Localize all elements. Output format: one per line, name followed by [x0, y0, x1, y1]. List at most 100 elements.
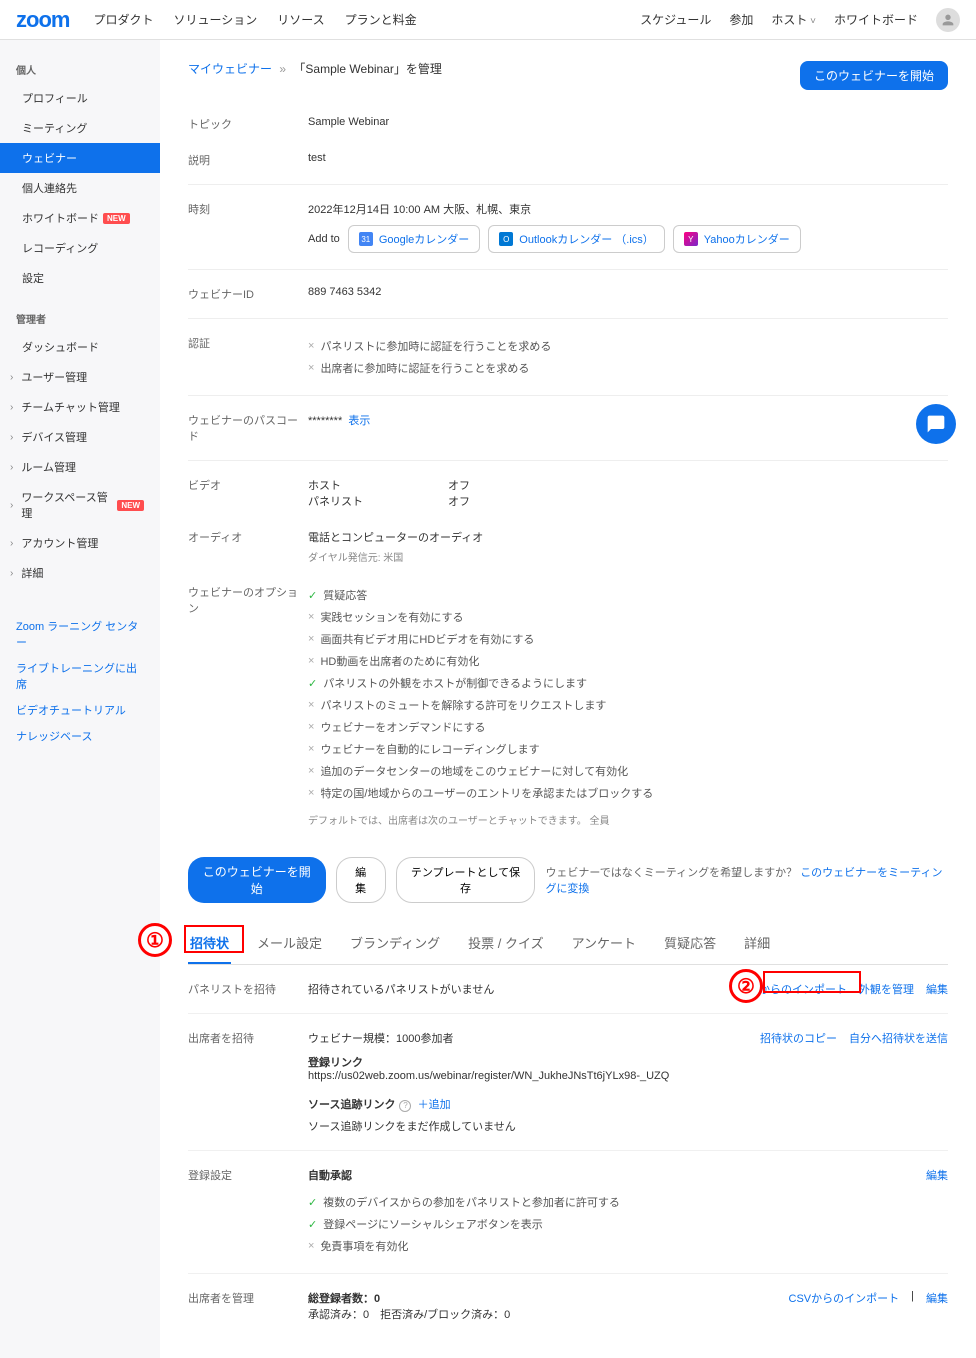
- tab-detail[interactable]: 詳細: [742, 923, 772, 964]
- nav-solution[interactable]: ソリューション: [173, 11, 257, 28]
- value-desc: test: [308, 152, 948, 164]
- webinar-option: ×追加のデータセンターの地域をこのウェビナーに対して有効化: [308, 760, 948, 782]
- label-topic: トピック: [188, 116, 308, 132]
- sidebar-contacts[interactable]: 個人連絡先: [0, 173, 160, 203]
- sidebar-settings[interactable]: 設定: [0, 263, 160, 293]
- user-icon: [940, 12, 956, 28]
- breadcrumb-root[interactable]: マイウェビナー: [188, 62, 272, 76]
- label-invite-panelist: パネリストを招待: [188, 981, 308, 997]
- tab-qa[interactable]: 質疑応答: [662, 923, 718, 964]
- save-template-button[interactable]: テンプレートとして保存: [396, 857, 536, 903]
- value-panelist: オフ: [448, 493, 470, 509]
- webinar-option: ×特定の国/地域からのユーザーのエントリを承認またはブロックする: [308, 782, 948, 804]
- x-icon: ×: [308, 699, 314, 711]
- tab-email[interactable]: メール設定: [255, 923, 324, 964]
- chat-fab[interactable]: [916, 404, 956, 444]
- yahoo-calendar-icon: Y: [684, 232, 698, 246]
- x-icon: ×: [308, 721, 314, 733]
- edit-reg-link[interactable]: 編集: [926, 1167, 948, 1183]
- edit-panelist-link[interactable]: 編集: [926, 981, 948, 997]
- nav-join[interactable]: 参加: [729, 11, 753, 28]
- check-icon: ✓: [308, 677, 317, 690]
- start-webinar-button-2[interactable]: このウェビナーを開始: [188, 857, 326, 903]
- label-id: ウェビナーID: [188, 286, 308, 302]
- reg-opt-3: 免責事項を有効化: [320, 1238, 408, 1254]
- reg-link-label: 登録リンク: [308, 1054, 760, 1070]
- label-audio: オーディオ: [188, 529, 308, 545]
- sidebar-workspace-mgmt[interactable]: ワークスペース管理 NEW: [0, 482, 160, 528]
- tab-poll[interactable]: 投票 / クイズ: [466, 923, 545, 964]
- link-knowledge-base[interactable]: ナレッジベース: [16, 728, 144, 744]
- sidebar: 個人 プロフィール ミーティング ウェビナー 個人連絡先 ホワイトボード NEW…: [0, 40, 160, 1358]
- webinar-option: ×実践セッションを有効にする: [308, 606, 948, 628]
- add-tracking-link[interactable]: ＋追加: [418, 1099, 451, 1111]
- nav-right: スケジュール 参加 ホスト ホワイトボード: [640, 8, 960, 32]
- tab-survey[interactable]: アンケート: [570, 923, 638, 964]
- link-video-tutorial[interactable]: ビデオチュートリアル: [16, 702, 144, 718]
- tracking-link-label: ソース追跡リンク: [308, 1099, 395, 1111]
- sidebar-more[interactable]: 詳細: [0, 558, 160, 588]
- x-icon: ×: [308, 1240, 314, 1252]
- manage-appearance-link[interactable]: 外観を管理: [859, 981, 914, 997]
- nav-schedule[interactable]: スケジュール: [640, 11, 711, 28]
- audio-subnote: ダイヤル発信元: 米国: [308, 549, 948, 564]
- avatar[interactable]: [936, 8, 960, 32]
- sidebar-room-mgmt[interactable]: ルーム管理: [0, 452, 160, 482]
- label-desc: 説明: [188, 152, 308, 168]
- x-icon: ×: [308, 655, 314, 667]
- nav-pricing[interactable]: プランと料金: [345, 11, 417, 28]
- webinar-option: ✓パネリストの外観をホストが制御できるようにします: [308, 672, 948, 694]
- edit-button[interactable]: 編集: [336, 857, 386, 903]
- sidebar-teamchat-mgmt[interactable]: チームチャット管理: [0, 392, 160, 422]
- nav-host[interactable]: ホスト: [771, 11, 816, 28]
- tab-invitation[interactable]: 招待状: [188, 923, 231, 964]
- badge-new: NEW: [117, 500, 144, 511]
- sidebar-links: Zoom ラーニング センター ライブトレーニングに出席 ビデオチュートリアル …: [0, 618, 160, 744]
- webinar-option: ×ウェビナーをオンデマンドにする: [308, 716, 948, 738]
- label-addto: Add to: [308, 233, 340, 245]
- nav-whiteboard[interactable]: ホワイトボード: [834, 11, 918, 28]
- header: zoom プロダクト ソリューション リソース プランと料金 スケジュール 参加…: [0, 0, 976, 40]
- start-webinar-button[interactable]: このウェビナーを開始: [800, 61, 948, 90]
- webinar-option: ×ウェビナーを自動的にレコーディングします: [308, 738, 948, 760]
- sidebar-meeting[interactable]: ミーティング: [0, 113, 160, 143]
- reg-link[interactable]: https://us02web.zoom.us/webinar/register…: [308, 1070, 760, 1082]
- registrant-detail: 承認済み：0 拒否済み/ブロック済み：0: [308, 1306, 789, 1322]
- total-registrants: 総登録者数：0: [308, 1290, 789, 1306]
- csv-import-attendee-link[interactable]: CSVからのインポート: [789, 1290, 900, 1306]
- logo[interactable]: zoom: [16, 7, 69, 33]
- csv-import-link[interactable]: CSVからのインポート: [736, 981, 847, 997]
- webinar-option: ×画面共有ビデオ用にHDビデオを有効にする: [308, 628, 948, 650]
- sidebar-profile[interactable]: プロフィール: [0, 83, 160, 113]
- link-learning-center[interactable]: Zoom ラーニング センター: [16, 618, 144, 650]
- check-icon: ✓: [308, 1196, 317, 1209]
- sidebar-recording[interactable]: レコーディング: [0, 233, 160, 263]
- sidebar-user-mgmt[interactable]: ユーザー管理: [0, 362, 160, 392]
- outlook-calendar-button[interactable]: OOutlookカレンダー （.ics）: [488, 225, 664, 253]
- label-panelist: パネリスト: [308, 493, 448, 509]
- sidebar-whiteboard[interactable]: ホワイトボード NEW: [0, 203, 160, 233]
- send-invite-link[interactable]: 自分へ招待状を送信: [849, 1030, 948, 1046]
- label-passcode: ウェビナーのパスコード: [188, 412, 308, 444]
- sidebar-webinar[interactable]: ウェビナー: [0, 143, 160, 173]
- tab-branding[interactable]: ブランディング: [348, 923, 442, 964]
- sidebar-account-mgmt[interactable]: アカウント管理: [0, 528, 160, 558]
- sidebar-device-mgmt[interactable]: デバイス管理: [0, 422, 160, 452]
- copy-invite-link[interactable]: 招待状のコピー: [760, 1030, 837, 1046]
- value-id: 889 7463 5342: [308, 286, 948, 298]
- auth-opt-2: 出席者に参加時に認証を行うことを求める: [320, 360, 529, 376]
- edit-attendee-link[interactable]: 編集: [926, 1290, 948, 1306]
- webinar-option: ×パネリストのミュートを解除する許可をリクエストします: [308, 694, 948, 716]
- chat-icon: [926, 414, 946, 434]
- sidebar-dashboard[interactable]: ダッシュボード: [0, 332, 160, 362]
- link-live-training[interactable]: ライブトレーニングに出席: [16, 660, 144, 692]
- nav-resource[interactable]: リソース: [277, 11, 324, 28]
- x-icon: ×: [308, 340, 314, 352]
- nav-product[interactable]: プロダクト: [93, 11, 153, 28]
- main-nav: プロダクト ソリューション リソース プランと料金: [93, 11, 640, 28]
- google-calendar-icon: 31: [359, 232, 373, 246]
- yahoo-calendar-button[interactable]: YYahooカレンダー: [673, 225, 801, 253]
- show-passcode-link[interactable]: 表示: [348, 415, 370, 427]
- google-calendar-button[interactable]: 31Googleカレンダー: [348, 225, 480, 253]
- label-time: 時刻: [188, 201, 308, 217]
